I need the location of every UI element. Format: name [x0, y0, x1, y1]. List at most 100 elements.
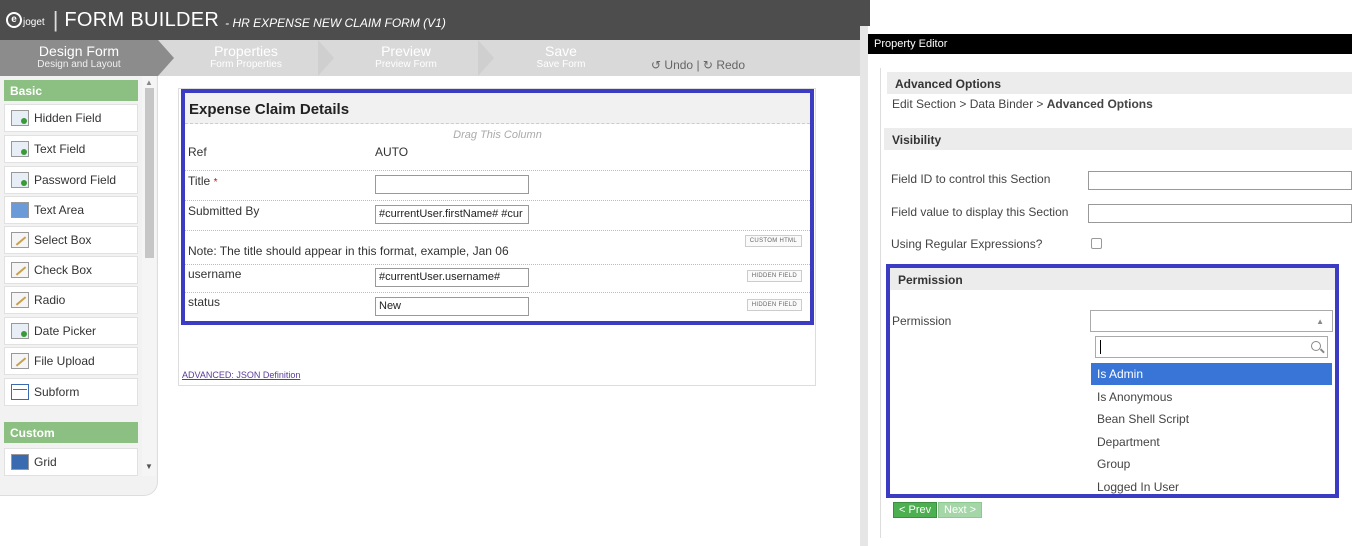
option-bean-shell-script[interactable]: Bean Shell Script — [1091, 408, 1332, 430]
palette-radio[interactable]: Radio — [4, 286, 138, 314]
palette-select-box[interactable]: Select Box — [4, 226, 138, 254]
title-input[interactable] — [375, 175, 529, 194]
tab-arrow — [318, 40, 334, 76]
tab-sublabel: Save Form — [536, 59, 586, 70]
scroll-up-icon[interactable]: ▲ — [145, 78, 153, 87]
undo-button[interactable]: Undo — [664, 58, 693, 72]
palette-check-box[interactable]: Check Box — [4, 256, 138, 284]
joget-logo: e joget — [6, 12, 45, 28]
drag-column-hint[interactable]: Drag This Column — [185, 129, 810, 141]
tab-arrow — [478, 40, 494, 76]
option-department[interactable]: Department — [1091, 431, 1332, 453]
palette-scrollbar[interactable]: ▲ ▼ — [142, 76, 156, 476]
breadcrumb-current: Advanced Options — [1046, 97, 1153, 111]
hidden-field-badge: HIDDEN FIELD — [746, 299, 802, 311]
username-input[interactable]: #currentUser.username# — [375, 268, 529, 287]
palette-password-field[interactable]: Password Field — [4, 166, 138, 194]
section-title: Expense Claim Details — [189, 101, 350, 118]
field-row-title[interactable]: Title * — [185, 171, 810, 201]
permission-select[interactable]: ▲ — [1090, 310, 1333, 332]
subform-icon — [11, 384, 29, 400]
required-mark: * — [213, 177, 218, 188]
prev-button[interactable]: < Prev — [893, 502, 938, 518]
undo-redo-separator: | — [696, 58, 700, 72]
palette-custom-header: Custom — [4, 422, 138, 443]
palette-hidden-field[interactable]: Hidden Field — [4, 104, 138, 132]
field-row-custom-html[interactable]: Note: The title should appear in this fo… — [185, 231, 810, 265]
palette-item-label: Password Field — [34, 173, 117, 187]
hidden-field-icon — [11, 110, 29, 126]
palette-item-label: Subform — [34, 385, 80, 399]
field-label: status — [188, 295, 221, 309]
palette-text-area[interactable]: Text Area — [4, 196, 138, 224]
search-icon — [1311, 341, 1321, 351]
palette-date-picker[interactable]: Date Picker — [4, 317, 138, 345]
regex-label: Using Regular Expressions? — [891, 237, 1043, 251]
text-field-icon — [11, 141, 29, 157]
field-label: Submitted By — [188, 204, 260, 218]
tab-save[interactable]: Save Save Form — [496, 40, 626, 76]
palette-grid[interactable]: Grid — [4, 448, 138, 476]
next-button[interactable]: Next > — [938, 502, 983, 518]
palette-item-label: Radio — [34, 293, 66, 307]
form-section[interactable]: Expense Claim Details Drag This Column R… — [181, 89, 814, 325]
tab-label: Properties — [214, 43, 278, 59]
json-definition-link[interactable]: ADVANCED: JSON Definition — [182, 370, 300, 380]
scroll-thumb[interactable] — [145, 88, 154, 258]
palette-file-upload[interactable]: File Upload — [4, 347, 138, 375]
undo-icon[interactable]: ↺ — [651, 58, 661, 72]
field-row-status[interactable]: status New HIDDEN FIELD — [185, 293, 810, 321]
field-row-ref[interactable]: Ref AUTO — [185, 143, 810, 171]
hidden-field-badge: HIDDEN FIELD — [746, 270, 802, 282]
tab-sublabel: Form Properties — [210, 59, 282, 70]
tab-arrow — [158, 40, 174, 76]
option-is-admin[interactable]: Is Admin — [1091, 363, 1332, 385]
option-group[interactable]: Group — [1091, 453, 1332, 475]
tab-label: Save — [545, 43, 577, 59]
custom-html-note: Note: The title should appear in this fo… — [188, 244, 509, 258]
permission-section: Permission Permission ▲ Is Admin Is Anon… — [886, 264, 1339, 498]
regex-checkbox[interactable] — [1091, 238, 1102, 249]
element-palette: Basic Hidden Field Text Field Password F… — [0, 76, 158, 496]
radio-icon — [11, 292, 29, 308]
option-logged-in-user[interactable]: Logged In User — [1091, 476, 1332, 498]
palette-item-label: Text Area — [34, 203, 85, 217]
text-area-icon — [11, 202, 29, 218]
scroll-down-icon[interactable]: ▼ — [145, 462, 153, 471]
breadcrumb-path: Edit Section > Data Binder > — [892, 97, 1047, 111]
password-field-icon — [11, 172, 29, 188]
permission-header: Permission — [890, 268, 1335, 290]
palette-item-label: Check Box — [34, 263, 93, 277]
field-value-input[interactable] — [1088, 204, 1352, 223]
tab-design-form[interactable]: Design Form Design and Layout — [0, 40, 158, 76]
permission-search-input[interactable] — [1095, 336, 1328, 358]
visibility-header: Visibility — [884, 128, 1352, 150]
status-input[interactable]: New — [375, 297, 529, 316]
logo-text: joget — [23, 17, 45, 28]
title-label-text: Title — [188, 174, 211, 188]
field-value-label: Field value to display this Section — [891, 205, 1069, 219]
app-header: e joget | FORM BUILDER - HR EXPENSE NEW … — [0, 0, 870, 40]
redo-button[interactable]: Redo — [716, 58, 745, 72]
form-builder-screen: e joget | FORM BUILDER - HR EXPENSE NEW … — [0, 0, 1352, 546]
form-name: - HR EXPENSE NEW CLAIM FORM (V1) — [225, 16, 446, 30]
palette-text-field[interactable]: Text Field — [4, 135, 138, 163]
tab-preview[interactable]: Preview Preview Form — [336, 40, 476, 76]
palette-item-label: Text Field — [34, 142, 86, 156]
chevron-up-icon[interactable]: ▲ — [1316, 317, 1324, 326]
palette-item-label: File Upload — [34, 354, 95, 368]
date-picker-icon — [11, 323, 29, 339]
breadcrumb: Edit Section > Data Binder > Advanced Op… — [892, 97, 1153, 111]
submitted-by-input[interactable]: #currentUser.firstName# #cur — [375, 205, 529, 224]
field-id-label: Field ID to control this Section — [891, 172, 1051, 186]
tab-properties[interactable]: Properties Form Properties — [176, 40, 316, 76]
palette-basic-header: Basic — [4, 80, 138, 101]
field-id-input[interactable] — [1088, 171, 1352, 190]
palette-subform[interactable]: Subform — [4, 378, 138, 406]
field-row-username[interactable]: username #currentUser.username# HIDDEN F… — [185, 265, 810, 293]
field-row-submitted-by[interactable]: Submitted By #currentUser.firstName# #cu… — [185, 201, 810, 231]
header-divider: | — [52, 7, 59, 32]
option-is-anonymous[interactable]: Is Anonymous — [1091, 386, 1332, 408]
redo-icon[interactable]: ↻ — [703, 58, 713, 72]
ref-value: AUTO — [375, 145, 409, 159]
